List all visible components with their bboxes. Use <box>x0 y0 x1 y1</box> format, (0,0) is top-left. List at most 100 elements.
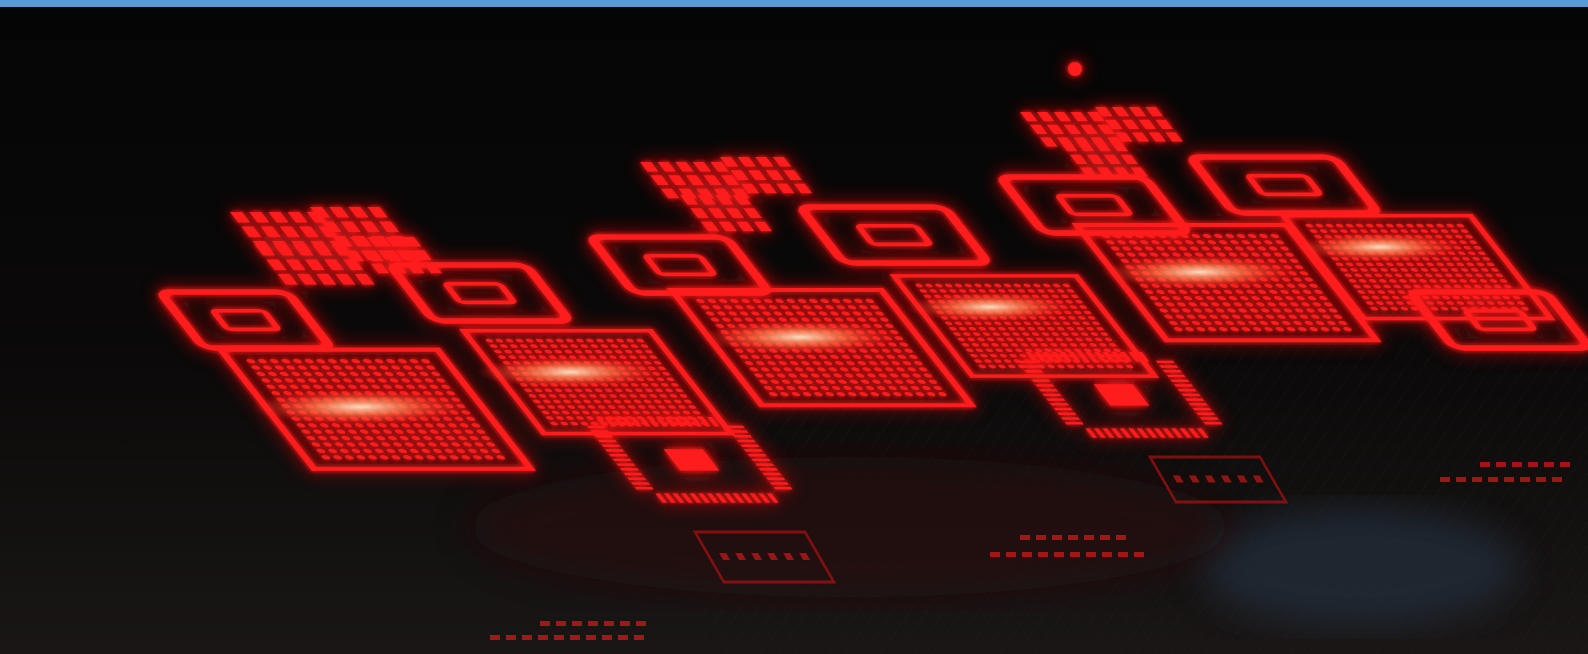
qfp-pad <box>1188 403 1208 406</box>
qfp-pad <box>630 482 651 485</box>
dim-pad <box>1084 535 1094 540</box>
qfp-pad <box>1181 393 1201 397</box>
qfp-pad <box>619 468 640 471</box>
dim-pad <box>556 621 566 626</box>
blue-reflection <box>1200 507 1520 627</box>
qfp-pad <box>725 425 745 429</box>
dim-pad <box>490 635 500 640</box>
qfp-pad <box>608 453 628 457</box>
qfp-pad <box>1053 407 1073 411</box>
qfp-pad <box>1166 374 1186 378</box>
qfp-pad <box>1196 412 1216 416</box>
qfp-pad <box>597 439 617 443</box>
qfp-pad <box>1024 370 1044 373</box>
qfp-pad <box>747 453 767 457</box>
qfp-pad <box>1170 379 1190 383</box>
qfp-pad <box>1155 360 1175 364</box>
qfp-pad <box>590 430 610 433</box>
dim-pad <box>1544 462 1554 467</box>
dim-pad <box>1116 535 1126 540</box>
qfp-pad <box>1199 417 1219 420</box>
dim-pad <box>1052 535 1062 540</box>
qfp-pad <box>1035 384 1055 387</box>
qfp-pad <box>751 458 771 462</box>
dim-pad <box>540 621 550 626</box>
dim-pad <box>1102 552 1112 557</box>
qfp-pad <box>616 463 636 466</box>
dim-pad <box>1054 552 1064 557</box>
dim-pad <box>1038 552 1048 557</box>
qfp-pad <box>586 425 606 429</box>
fiducial-dot <box>1068 62 1082 76</box>
dim-pad <box>1560 462 1570 467</box>
qfp-pad <box>634 486 654 490</box>
dim-pad <box>1496 462 1506 467</box>
dim-pad <box>1480 462 1490 467</box>
dim-pad <box>1118 552 1128 557</box>
qfp-pad <box>1057 412 1077 416</box>
dim-pad <box>1036 535 1046 540</box>
dim-pad <box>602 635 612 640</box>
dim-pad <box>586 635 596 640</box>
qfp-pad <box>729 430 749 433</box>
qfp-pad <box>1020 365 1040 368</box>
dim-pad <box>1068 535 1078 540</box>
bright-hotspot <box>905 292 1075 322</box>
qfp-pad <box>1027 374 1047 378</box>
dim-pad <box>1520 477 1530 482</box>
qfp-pad <box>773 486 793 490</box>
dim-pad <box>618 635 628 640</box>
qfp-pad <box>605 449 625 452</box>
dim-pad <box>1022 552 1032 557</box>
bright-hotspot <box>250 389 470 425</box>
dim-pad <box>604 621 614 626</box>
qfp-pad <box>732 435 753 438</box>
dim-pad <box>1488 477 1498 482</box>
dim-pad <box>990 552 1000 557</box>
bright-hotspot <box>1295 232 1465 262</box>
stencil-sheen <box>470 457 1230 597</box>
qfp-pad <box>612 458 632 462</box>
qfp-pad <box>1031 379 1051 383</box>
dim-pad <box>1504 477 1514 482</box>
accent-top-bar <box>0 0 1588 7</box>
dim-pad <box>1100 535 1110 540</box>
qfp-pad <box>1042 393 1062 397</box>
dim-pad <box>554 635 564 640</box>
dim-pad <box>538 635 548 640</box>
dim-pad <box>1440 477 1450 482</box>
qfp-pad <box>601 444 621 448</box>
qfp-pad <box>758 468 778 471</box>
qfp-pad <box>1038 388 1058 392</box>
dim-pad <box>572 621 582 626</box>
qfp-pad <box>1162 370 1183 373</box>
qfp-pad <box>1064 421 1084 425</box>
qfp-pad <box>1016 360 1036 364</box>
qfp-pad <box>766 477 786 481</box>
qfp-pad <box>769 482 789 485</box>
qfp-pad <box>1159 365 1179 368</box>
qfp-pad <box>1046 398 1066 401</box>
qfp-pad <box>594 435 614 438</box>
bright-hotspot <box>1100 255 1300 289</box>
dim-pad <box>1086 552 1096 557</box>
dim-pad <box>620 621 630 626</box>
photo-laser-stencil-pcb <box>0 7 1588 654</box>
qfp-pad <box>755 463 775 466</box>
qfp-pad <box>743 449 764 452</box>
qfp-pad <box>623 472 643 476</box>
qfp-pad <box>1177 388 1197 392</box>
qfp-pad <box>1192 407 1212 411</box>
dim-pad <box>1472 477 1482 482</box>
dim-pad <box>588 621 598 626</box>
dim-pad <box>1020 535 1030 540</box>
dim-pad <box>1006 552 1016 557</box>
qfp-pad <box>740 444 760 448</box>
dim-pad <box>506 635 516 640</box>
qfp-pad <box>1203 421 1223 425</box>
dim-pad <box>1552 477 1562 482</box>
dim-pad <box>634 635 644 640</box>
qfp-pad <box>1185 398 1205 401</box>
bright-hotspot <box>700 320 900 354</box>
bright-hotspot <box>475 356 665 388</box>
